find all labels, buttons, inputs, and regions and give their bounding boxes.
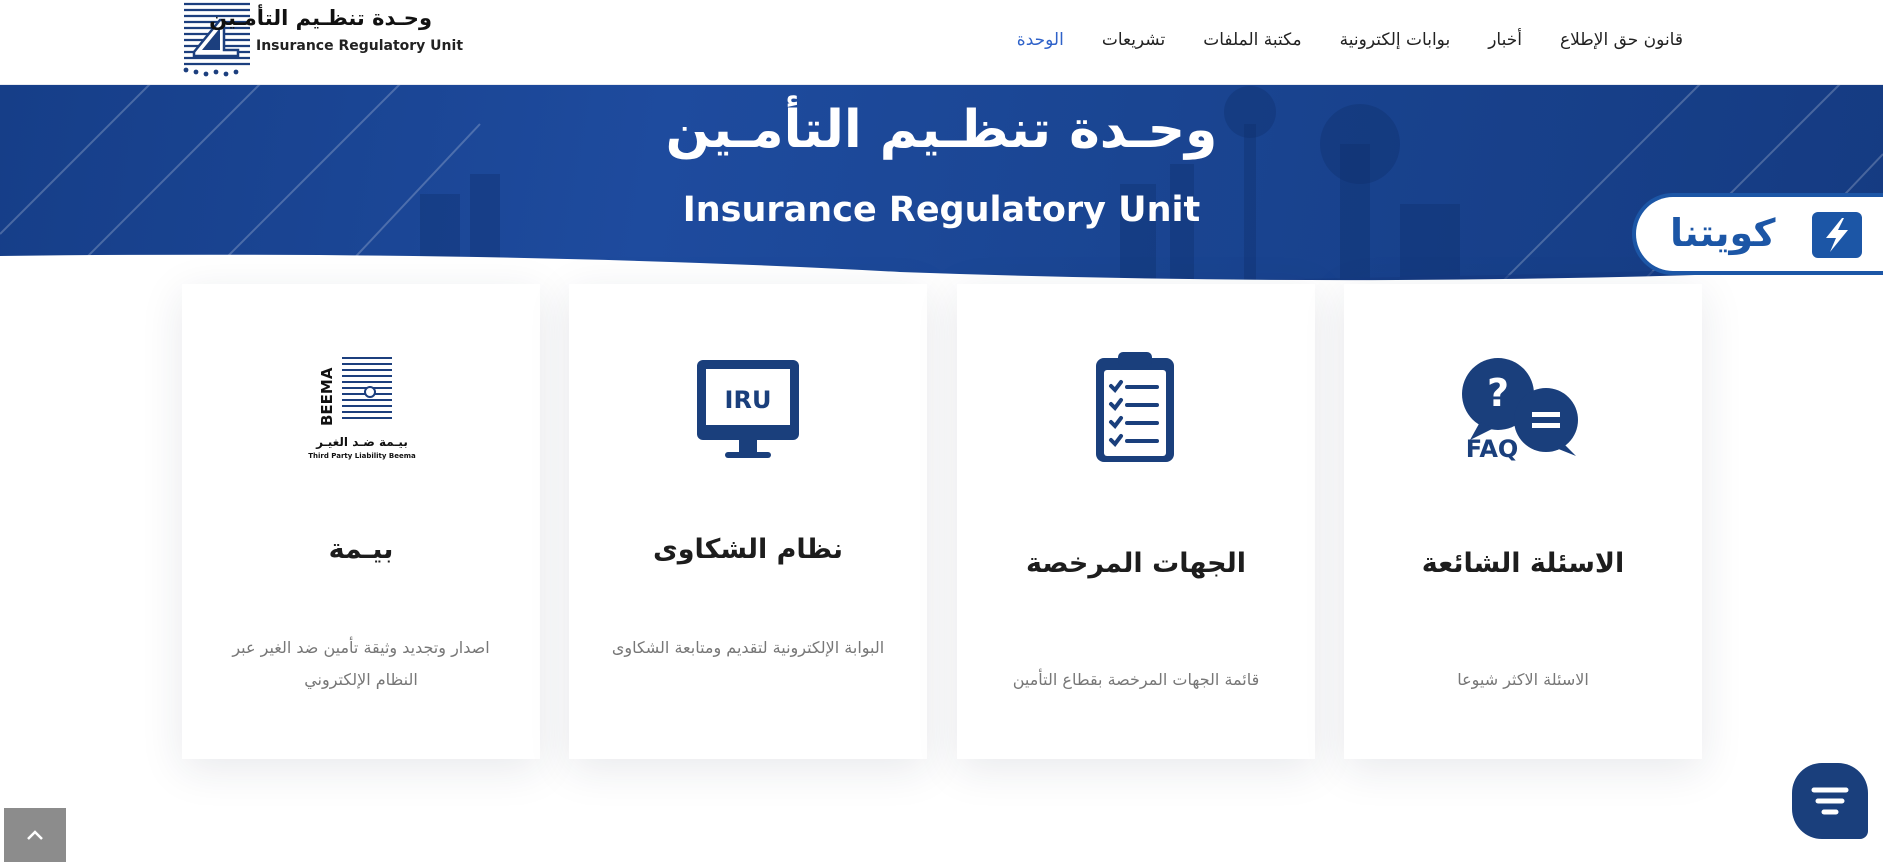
faq-text: FAQ bbox=[1466, 435, 1519, 463]
card-beema[interactable]: BEEMA بيـمة ضـد الغيـر Third Party Liabi… bbox=[182, 284, 540, 759]
svg-text:?: ? bbox=[1487, 371, 1509, 415]
nav-item-access-law[interactable]: قانون حق الإطلاع bbox=[1560, 30, 1683, 50]
faq-bubble-icon: ? FAQ bbox=[1344, 350, 1702, 470]
banner-title-ar: وحـدة تنظـيم التأمـين bbox=[665, 100, 1218, 160]
card-complaints[interactable]: IRU نظام الشكاوى البوابة الإلكترونية لتق… bbox=[569, 284, 927, 759]
card-description: اصدار وتجديد وثيقة تأمين ضد الغير عبر ال… bbox=[232, 638, 490, 689]
monitor-iru-text: IRU bbox=[725, 386, 772, 414]
nav-item-file-library[interactable]: مكتبة الملفات bbox=[1203, 30, 1301, 50]
card-title: بيـمة bbox=[328, 534, 394, 565]
nav-item-news[interactable]: أخبار bbox=[1488, 30, 1522, 50]
card-description: قائمة الجهات المرخصة بقطاع التأمين bbox=[1012, 670, 1260, 689]
chat-button[interactable] bbox=[1792, 763, 1868, 839]
nav-item-unit[interactable]: الوحدة bbox=[1017, 30, 1064, 50]
card-description: البوابة الإلكترونية لتقديم ومتابعة الشكا… bbox=[611, 638, 885, 657]
kuwaitna-label: كويتنا bbox=[1670, 211, 1776, 255]
beema-caption-en: Third Party Liability Beema bbox=[308, 452, 416, 460]
card-title: الجهات المرخصة bbox=[1025, 548, 1247, 579]
beema-caption-ar: بيـمة ضـد الغيـر bbox=[315, 435, 408, 449]
site-header: وحـدة تنظـيم التأمـين Insurance Regulato… bbox=[0, 0, 1883, 85]
card-licensed-entities[interactable]: الجهات المرخصة قائمة الجهات المرخصة بقطا… bbox=[957, 284, 1315, 759]
banner-title-en: Insurance Regulatory Unit bbox=[682, 190, 1201, 230]
card-title: نظام الشكاوى bbox=[652, 534, 843, 565]
site-logo[interactable]: وحـدة تنظـيم التأمـين Insurance Regulato… bbox=[180, 0, 463, 78]
main-nav: الوحدة تشريعات مكتبة الملفات بوابات إلكت… bbox=[1017, 0, 1683, 80]
logo-title-en: Insurance Regulatory Unit bbox=[256, 38, 464, 54]
beema-logo-text: BEEMA bbox=[318, 367, 336, 426]
scroll-to-top-button[interactable] bbox=[4, 808, 66, 862]
nav-item-legislation[interactable]: تشريعات bbox=[1102, 30, 1165, 50]
kuwaitna-logo-icon bbox=[1812, 212, 1862, 258]
chevron-up-icon bbox=[27, 830, 43, 840]
chat-menu-icon bbox=[1811, 787, 1849, 815]
logo-title-ar: وحـدة تنظـيم التأمـين bbox=[209, 6, 432, 30]
card-faq[interactable]: ? FAQ الاسئلة الشائعة الاسئلة الاكثر شيو… bbox=[1344, 284, 1702, 759]
nav-item-e-portals[interactable]: بوابات إلكترونية bbox=[1340, 30, 1451, 50]
clipboard-checklist-icon bbox=[957, 350, 1315, 470]
monitor-iru-icon: IRU bbox=[569, 350, 927, 470]
kuwaitna-badge[interactable]: كويتنا bbox=[1632, 193, 1883, 275]
card-description: الاسئلة الاكثر شيوعا bbox=[1457, 670, 1589, 689]
beema-logo-icon: BEEMA بيـمة ضـد الغيـر Third Party Liabi… bbox=[182, 350, 540, 470]
card-title: الاسئلة الشائعة bbox=[1421, 548, 1625, 579]
